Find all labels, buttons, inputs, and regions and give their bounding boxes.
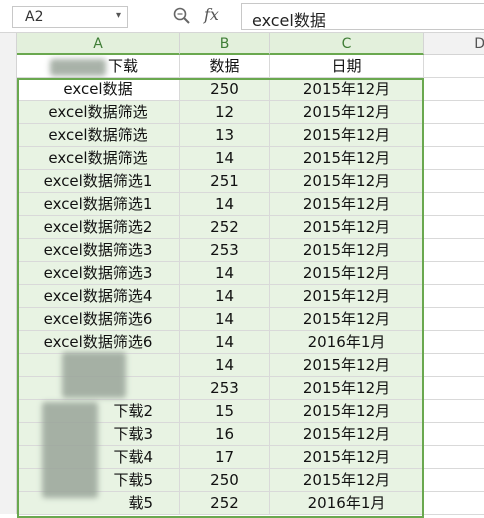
cell-b[interactable]: 12 — [180, 101, 270, 124]
cell-d[interactable] — [424, 423, 484, 446]
cell-a[interactable]: excel数据筛选 — [17, 124, 180, 147]
formula-text: excel数据 — [252, 11, 326, 30]
cell-b[interactable]: 253 — [180, 377, 270, 400]
cell-c[interactable]: 2015年12月 — [270, 101, 424, 124]
cell-c[interactable]: 2015年12月 — [270, 446, 424, 469]
blurred-region — [42, 402, 98, 498]
cell-a[interactable]: excel数据筛选 — [17, 147, 180, 170]
cell-d[interactable] — [424, 354, 484, 377]
cell-a[interactable]: excel数据筛选6 — [17, 331, 180, 354]
cell-b[interactable]: 16 — [180, 423, 270, 446]
column-header-a[interactable]: A — [17, 33, 180, 55]
cell-b[interactable]: 14 — [180, 308, 270, 331]
cell-b[interactable]: 13 — [180, 124, 270, 147]
cell-d[interactable] — [424, 124, 484, 147]
cell-d[interactable] — [424, 492, 484, 515]
cell-d[interactable] — [424, 239, 484, 262]
column-header-d[interactable]: D — [424, 33, 484, 55]
cell-b[interactable]: 14 — [180, 193, 270, 216]
cell-b[interactable]: 253 — [180, 239, 270, 262]
cell-c[interactable]: 2015年12月 — [270, 262, 424, 285]
cell-a[interactable]: excel数据筛选2 — [17, 216, 180, 239]
cell-d[interactable] — [424, 469, 484, 492]
cell-d[interactable] — [424, 193, 484, 216]
cell-c[interactable]: 2015年12月 — [270, 354, 424, 377]
cell-d[interactable] — [424, 147, 484, 170]
cell-b[interactable]: 15 — [180, 400, 270, 423]
cell-d[interactable] — [424, 216, 484, 239]
chevron-down-icon[interactable]: ▾ — [116, 10, 121, 21]
blurred-region — [62, 352, 126, 398]
cell-a[interactable]: excel数据筛选4 — [17, 285, 180, 308]
cell-a[interactable]: excel数据筛选3 — [17, 262, 180, 285]
cell-d[interactable] — [424, 331, 484, 354]
cell-a[interactable]: excel数据筛选1 — [17, 193, 180, 216]
cell-c[interactable]: 2015年12月 — [270, 193, 424, 216]
cell-b[interactable]: 14 — [180, 354, 270, 377]
cell-a[interactable]: excel数据筛选 — [17, 101, 180, 124]
cell-d[interactable] — [424, 262, 484, 285]
cell-c[interactable]: 2015年12月 — [270, 147, 424, 170]
cell-a[interactable]: excel数据筛选1 — [17, 170, 180, 193]
cell-d[interactable] — [424, 170, 484, 193]
cell-c[interactable]: 2015年12月 — [270, 216, 424, 239]
cell-c[interactable]: 2015年12月 — [270, 170, 424, 193]
cell-b[interactable]: 14 — [180, 262, 270, 285]
cell-reference: A2 — [25, 9, 44, 25]
cell-d[interactable] — [424, 377, 484, 400]
cell-b[interactable]: 252 — [180, 492, 270, 515]
cell-c[interactable]: 2015年12月 — [270, 423, 424, 446]
cell-d[interactable] — [424, 400, 484, 423]
cell-b[interactable]: 252 — [180, 216, 270, 239]
cell-d[interactable] — [424, 78, 484, 101]
zoom-icon[interactable] — [172, 6, 192, 26]
formula-bar: A2 ▾ fx excel数据 — [0, 0, 484, 33]
cell-c[interactable]: 2015年12月 — [270, 377, 424, 400]
blurred-region — [50, 59, 106, 76]
column-header-c[interactable]: C — [270, 33, 424, 55]
cell-c[interactable]: 2016年1月 — [270, 492, 424, 515]
cell-b[interactable]: 14 — [180, 147, 270, 170]
cell-b[interactable]: 14 — [180, 285, 270, 308]
formula-input[interactable]: excel数据 — [241, 3, 484, 30]
cell-a[interactable]: excel数据 — [17, 78, 180, 101]
cell-b[interactable]: 250 — [180, 78, 270, 101]
cell-d[interactable] — [424, 308, 484, 331]
row-header-gutter[interactable] — [0, 33, 17, 514]
fx-icon[interactable]: fx — [204, 5, 219, 24]
cell-c[interactable]: 2015年12月 — [270, 124, 424, 147]
cell-d[interactable] — [424, 285, 484, 308]
header-cell-c[interactable]: 日期 — [270, 55, 424, 78]
cell-a[interactable]: excel数据筛选6 — [17, 308, 180, 331]
cell-c[interactable]: 2015年12月 — [270, 400, 424, 423]
cell-d[interactable] — [424, 101, 484, 124]
cell-c[interactable]: 2015年12月 — [270, 239, 424, 262]
cell-c[interactable]: 2015年12月 — [270, 78, 424, 101]
cell-d[interactable] — [424, 446, 484, 469]
header-cell-d[interactable] — [424, 55, 484, 78]
cell-a[interactable]: excel数据筛选3 — [17, 239, 180, 262]
header-cell-b[interactable]: 数据 — [180, 55, 270, 78]
cell-c[interactable]: 2015年12月 — [270, 285, 424, 308]
cell-b[interactable]: 14 — [180, 331, 270, 354]
cell-b[interactable]: 251 — [180, 170, 270, 193]
cell-c[interactable]: 2015年12月 — [270, 308, 424, 331]
cell-c[interactable]: 2015年12月 — [270, 469, 424, 492]
name-box[interactable]: A2 ▾ — [12, 6, 128, 28]
cell-c[interactable]: 2016年1月 — [270, 331, 424, 354]
cell-b[interactable]: 17 — [180, 446, 270, 469]
cell-b[interactable]: 250 — [180, 469, 270, 492]
column-header-b[interactable]: B — [180, 33, 270, 55]
